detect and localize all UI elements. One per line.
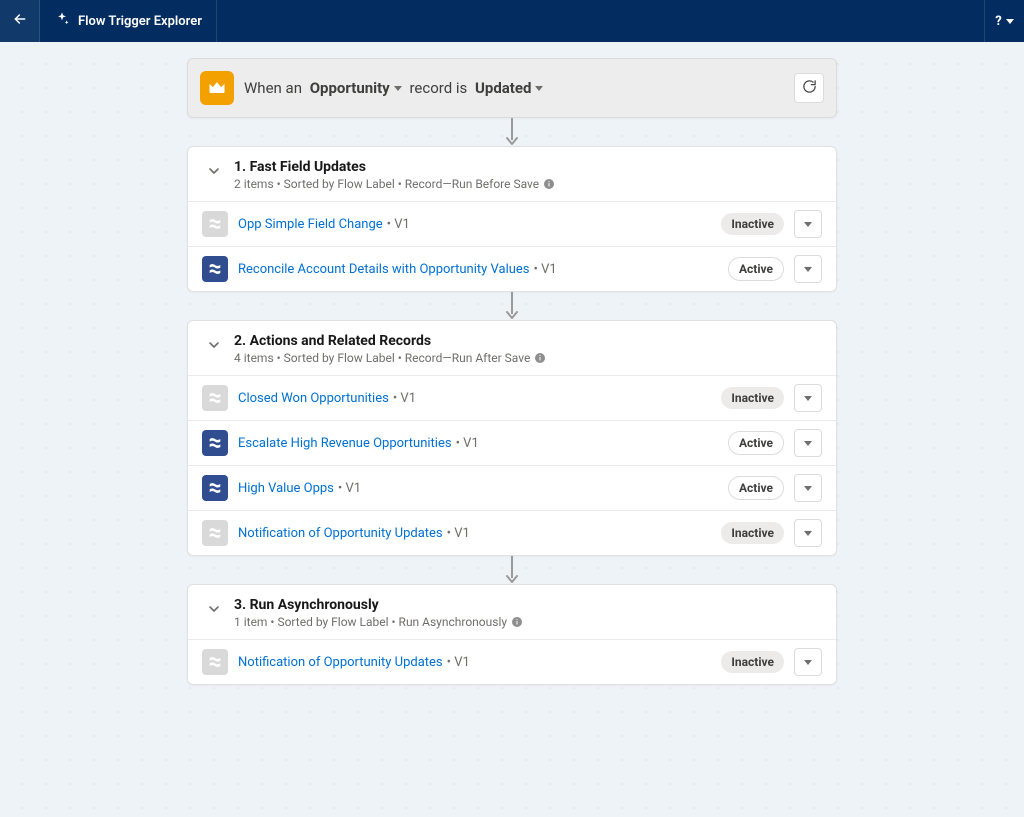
top-bar: Flow Trigger Explorer ? — [0, 0, 1024, 42]
section-card: 2. Actions and Related Records 4 items • … — [187, 320, 837, 556]
flow-row: Notification of Opportunity Updates • V1… — [188, 510, 836, 555]
help-icon: ? — [995, 14, 1001, 29]
flow-row: Notification of Opportunity Updates • V1… — [188, 639, 836, 684]
connector-arrow — [187, 292, 837, 320]
collapse-toggle[interactable] — [202, 335, 226, 359]
status-badge: Inactive — [721, 522, 784, 544]
section-sub-text: 2 items • Sorted by Flow Label • Record—… — [234, 177, 539, 191]
flow-row: Closed Won Opportunities • V1 Inactive — [188, 375, 836, 420]
flow-row: High Value Opps • V1 Active — [188, 465, 836, 510]
trigger-sentence: When an Opportunity record is Updated — [244, 79, 543, 97]
section-title: 2. Actions and Related Records — [234, 333, 546, 349]
section-sub-text: 1 item • Sorted by Flow Label • Run Asyn… — [234, 615, 507, 629]
flow-row: Opp Simple Field Change • V1 Inactive — [188, 201, 836, 246]
flow-version: • V1 — [393, 391, 416, 406]
info-icon[interactable] — [511, 616, 523, 628]
flow-icon — [202, 649, 228, 675]
status-badge: Inactive — [721, 387, 784, 409]
flow-version: • V1 — [456, 436, 479, 451]
sparkle-icon — [54, 11, 70, 31]
flow-icon — [202, 430, 228, 456]
flow-link[interactable]: High Value Opps — [238, 481, 334, 496]
status-badge: Active — [728, 431, 784, 455]
section-header: 2. Actions and Related Records 4 items • … — [188, 321, 836, 375]
chevron-down-icon — [804, 486, 812, 491]
flow-link[interactable]: Closed Won Opportunities — [238, 391, 389, 406]
row-menu-button[interactable] — [794, 429, 822, 457]
row-menu-button[interactable] — [794, 519, 822, 547]
chevron-down-icon — [804, 396, 812, 401]
info-icon[interactable] — [543, 178, 555, 190]
trigger-label: Updated — [475, 79, 531, 97]
chevron-down-icon — [804, 222, 812, 227]
flow-version: • V1 — [447, 526, 470, 541]
flow-link[interactable]: Escalate High Revenue Opportunities — [238, 436, 452, 451]
section-title: 3. Run Asynchronously — [234, 597, 523, 613]
help-button[interactable]: ? — [984, 0, 1024, 42]
chevron-down-icon — [206, 163, 222, 183]
trigger-middle: record is — [406, 79, 471, 97]
flow-icon — [202, 475, 228, 501]
chevron-down-icon — [1006, 19, 1014, 24]
trigger-header-card: When an Opportunity record is Updated — [187, 58, 837, 118]
row-menu-button[interactable] — [794, 210, 822, 238]
flow-link[interactable]: Notification of Opportunity Updates — [238, 655, 443, 670]
flow-link[interactable]: Opp Simple Field Change — [238, 217, 383, 232]
flow-icon — [202, 385, 228, 411]
flow-version: • V1 — [387, 217, 410, 232]
flow-icon — [202, 520, 228, 546]
flow-row: Escalate High Revenue Opportunities • V1… — [188, 420, 836, 465]
app-title: Flow Trigger Explorer — [40, 0, 217, 42]
section-subtitle: 2 items • Sorted by Flow Label • Record—… — [234, 177, 555, 191]
chevron-down-icon — [206, 337, 222, 357]
flow-icon — [202, 256, 228, 282]
flow-version: • V1 — [447, 655, 470, 670]
flow-link[interactable]: Notification of Opportunity Updates — [238, 526, 443, 541]
refresh-button[interactable] — [794, 73, 824, 103]
connector-arrow — [187, 118, 837, 146]
collapse-toggle[interactable] — [202, 161, 226, 185]
object-label: Opportunity — [310, 79, 390, 97]
back-button[interactable] — [0, 0, 40, 42]
chevron-down-icon — [535, 86, 543, 91]
row-menu-button[interactable] — [794, 384, 822, 412]
chevron-down-icon — [804, 531, 812, 536]
section-subtitle: 1 item • Sorted by Flow Label • Run Asyn… — [234, 615, 523, 629]
arrow-left-icon — [12, 11, 28, 31]
object-picker[interactable]: Opportunity — [310, 79, 402, 97]
flow-row: Reconcile Account Details with Opportuni… — [188, 246, 836, 291]
chevron-down-icon — [394, 86, 402, 91]
row-menu-button[interactable] — [794, 474, 822, 502]
flow-icon — [202, 211, 228, 237]
status-badge: Inactive — [721, 213, 784, 235]
section-card: 1. Fast Field Updates 2 items • Sorted by… — [187, 146, 837, 292]
section-header: 3. Run Asynchronously 1 item • Sorted by … — [188, 585, 836, 639]
collapse-toggle[interactable] — [202, 599, 226, 623]
app-title-text: Flow Trigger Explorer — [78, 14, 202, 29]
trigger-prefix: When an — [244, 79, 306, 97]
flow-version: • V1 — [534, 262, 557, 277]
flow-version: • V1 — [338, 481, 361, 496]
flow-link[interactable]: Reconcile Account Details with Opportuni… — [238, 262, 530, 277]
section-title: 1. Fast Field Updates — [234, 159, 555, 175]
chevron-down-icon — [804, 441, 812, 446]
chevron-down-icon — [206, 601, 222, 621]
chevron-down-icon — [804, 267, 812, 272]
info-icon[interactable] — [534, 352, 546, 364]
row-menu-button[interactable] — [794, 255, 822, 283]
section-subtitle: 4 items • Sorted by Flow Label • Record—… — [234, 351, 546, 365]
crown-icon — [200, 71, 234, 105]
section-card: 3. Run Asynchronously 1 item • Sorted by … — [187, 584, 837, 685]
section-header: 1. Fast Field Updates 2 items • Sorted by… — [188, 147, 836, 201]
canvas: When an Opportunity record is Updated — [0, 42, 1024, 817]
status-badge: Active — [728, 257, 784, 281]
section-sub-text: 4 items • Sorted by Flow Label • Record—… — [234, 351, 530, 365]
status-badge: Active — [728, 476, 784, 500]
connector-arrow — [187, 556, 837, 584]
row-menu-button[interactable] — [794, 648, 822, 676]
trigger-type-picker[interactable]: Updated — [475, 79, 543, 97]
chevron-down-icon — [804, 660, 812, 665]
refresh-icon — [802, 79, 817, 98]
status-badge: Inactive — [721, 651, 784, 673]
